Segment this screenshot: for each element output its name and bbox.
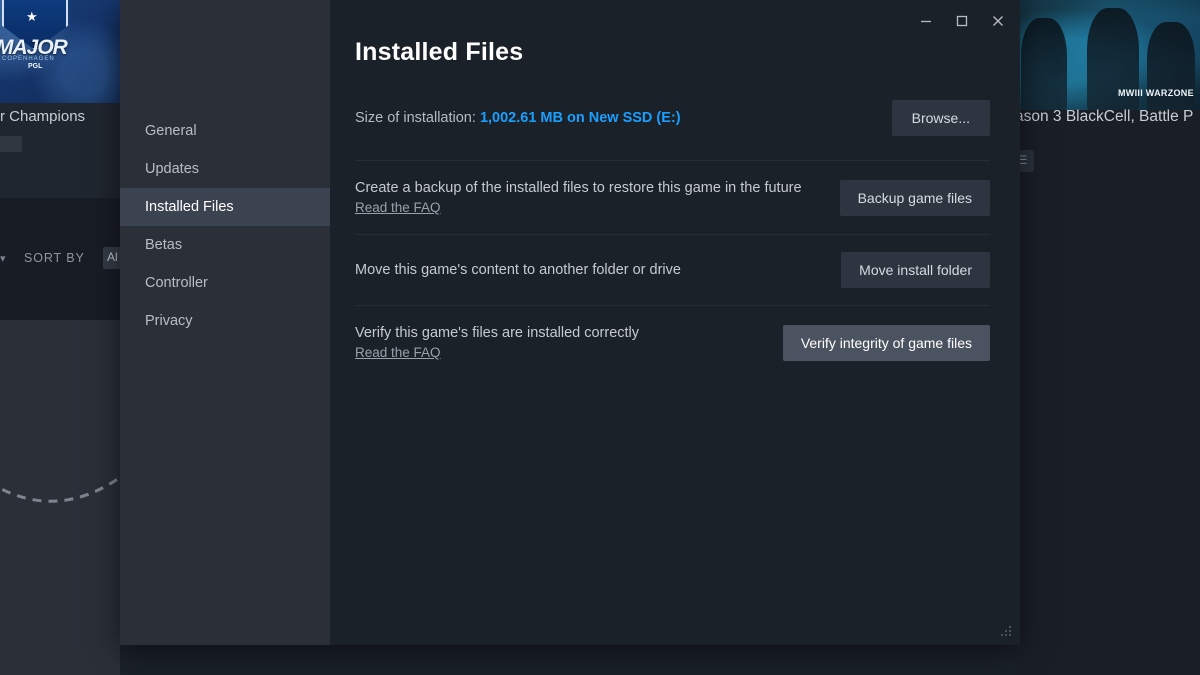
properties-sidebar: General Updates Installed Files Betas Co… [120,0,330,645]
verify-description: Verify this game's files are installed c… [355,323,639,362]
backdrop-sort-label: SORT BY [24,251,85,265]
sidebar-item-label: Updates [145,161,200,177]
close-icon[interactable] [980,5,1016,37]
sidebar-item-label: Controller [145,275,208,291]
sidebar-item-installed-files[interactable]: Installed Files [120,188,330,226]
sidebar-item-betas[interactable]: Betas [120,226,330,264]
resize-grip[interactable] [999,624,1011,636]
backup-description: Create a backup of the installed files t… [355,178,802,217]
move-description: Move this game's content to another fold… [355,260,681,280]
verify-integrity-row: Verify this game's files are installed c… [355,305,990,379]
verify-integrity-button[interactable]: Verify integrity of game files [782,324,990,361]
minimize-icon[interactable] [908,5,944,37]
sidebar-item-label: Betas [145,237,183,253]
backdrop-left-banner: ★ MAJOR COPENHAGEN PGL [0,0,120,103]
chevron-down-icon: ▾ [0,253,6,265]
page-title: Installed Files [355,38,524,66]
backup-game-files-button[interactable]: Backup game files [839,179,990,216]
sidebar-item-updates[interactable]: Updates [120,150,330,188]
sidebar-item-label: Privacy [145,313,193,329]
backup-game-files-row: Create a backup of the installed files t… [355,160,990,234]
verify-title: Verify this game's files are installed c… [355,325,640,341]
installed-files-panel: Installed Files Size of installation: 1,… [330,0,1020,645]
backup-title: Create a backup of the installed files t… [355,180,802,196]
move-title: Move this game's content to another fold… [355,262,681,278]
size-of-installation-row: Size of installation: 1,002.61 MB on New… [355,100,990,160]
dashed-curve-decoration [0,468,130,503]
sidebar-item-controller[interactable]: Controller [120,264,330,302]
sidebar-item-label: Installed Files [145,199,234,215]
backdrop-right-game-title: ason 3 BlackCell, Battle P [1015,108,1194,125]
star-icon: ★ [26,9,38,24]
banner-figure-left [1021,18,1067,110]
sidebar-item-general[interactable]: General [120,112,330,150]
move-install-folder-button[interactable]: Move install folder [841,252,990,288]
move-install-folder-row: Move this game's content to another fold… [355,234,990,305]
verify-faq-link[interactable]: Read the FAQ [355,345,441,360]
backdrop-right-banner-logo: MWIII WARZONE [1118,88,1194,98]
sidebar-item-privacy[interactable]: Privacy [120,302,330,340]
install-location-link[interactable]: 1,002.61 MB on New SSD (E:) [480,110,681,126]
sidebar-item-label: General [145,123,197,139]
browse-button[interactable]: Browse... [891,100,990,136]
backdrop-banner-league: PGL [28,63,43,70]
size-of-installation-text: Size of installation: 1,002.61 MB on New… [355,110,681,126]
backdrop-banner-sub: COPENHAGEN [2,56,55,62]
game-properties-dialog: General Updates Installed Files Betas Co… [120,0,1020,645]
window-controls [908,4,1016,38]
size-label: Size of installation: [355,110,476,126]
maximize-icon[interactable] [944,5,980,37]
backup-faq-link[interactable]: Read the FAQ [355,200,441,215]
backdrop-left-chip [0,136,22,152]
backdrop-left-game-title: r Champions [0,108,86,125]
